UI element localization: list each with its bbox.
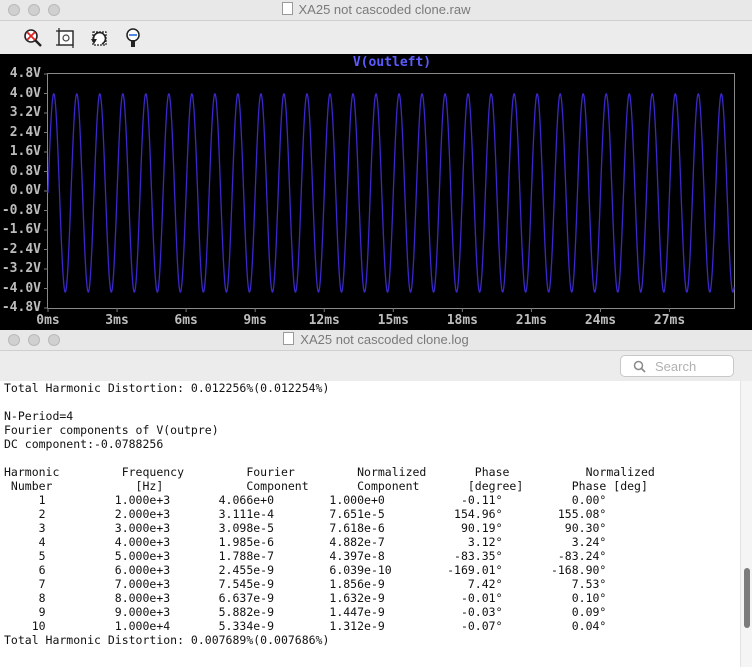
- y-tick-label: 3.2V: [9, 105, 41, 120]
- scrollbar-thumb[interactable]: [744, 568, 750, 628]
- y-tick-label: -0.8V: [1, 202, 41, 218]
- y-tick-label: 4.0V: [9, 85, 41, 101]
- raw-window-titlebar[interactable]: XA25 not cascoded clone.raw: [0, 0, 752, 21]
- zoom-cancel-icon[interactable]: [22, 27, 44, 49]
- x-tick-label: 27ms: [653, 313, 686, 328]
- log-text-area[interactable]: Total Harmonic Distortion: 0.012256%(0.0…: [0, 381, 740, 667]
- trace-title[interactable]: V(outleft): [300, 55, 484, 70]
- y-tick-label: 4.8V: [9, 66, 41, 81]
- waveform-canvas[interactable]: [0, 54, 752, 330]
- y-tick-label: -2.4V: [1, 241, 41, 257]
- trace-v-outleft[interactable]: [47, 92, 735, 294]
- log-window-titlebar[interactable]: XA25 not cascoded clone.log: [0, 330, 752, 351]
- x-tick-label: 9ms: [243, 313, 267, 328]
- y-tick-label: 1.6V: [9, 144, 41, 159]
- zoom-full-extent-icon[interactable]: [55, 27, 77, 49]
- x-tick-label: 3ms: [105, 313, 129, 328]
- waveform-plot[interactable]: V(outleft) 4.8V 4.0V 3.2V 2.4V 1.6V 0.8V 0.0V -…: [0, 54, 752, 330]
- search-placeholder: Search: [655, 359, 697, 374]
- y-tick-label: 0.0V: [9, 183, 41, 198]
- y-tick-label: 2.4V: [9, 124, 41, 140]
- x-tick-label: 21ms: [515, 313, 548, 328]
- raw-window-title: XA25 not cascoded clone.raw: [0, 2, 752, 17]
- x-tick-label: 15ms: [377, 313, 409, 328]
- plot-toolbar: [0, 21, 752, 54]
- x-tick-label: 18ms: [446, 313, 479, 328]
- y-tick-label: -4.0V: [1, 280, 41, 296]
- search-field[interactable]: Search: [620, 355, 734, 377]
- undo-zoom-icon[interactable]: [88, 27, 110, 49]
- document-icon: [281, 2, 293, 15]
- y-tick-label: -4.8V: [1, 300, 41, 315]
- document-icon: [283, 332, 295, 345]
- x-tick-label: 6ms: [174, 313, 198, 328]
- x-tick-label: 24ms: [584, 313, 617, 328]
- x-tick-label: 0ms: [36, 313, 60, 328]
- log-content: Total Harmonic Distortion: 0.012256%(0.0…: [4, 381, 655, 647]
- y-tick-label: -1.6V: [1, 222, 41, 237]
- x-tick-label: 12ms: [308, 313, 340, 328]
- log-scrollbar[interactable]: [740, 381, 752, 667]
- y-tick-label: 0.8V: [9, 163, 41, 179]
- search-icon: [633, 360, 646, 373]
- log-window-title: XA25 not cascoded clone.log: [0, 332, 752, 347]
- y-tick-label: -3.2V: [1, 261, 41, 276]
- tick-marks: [44, 73, 671, 312]
- autorange-icon[interactable]: [122, 27, 144, 49]
